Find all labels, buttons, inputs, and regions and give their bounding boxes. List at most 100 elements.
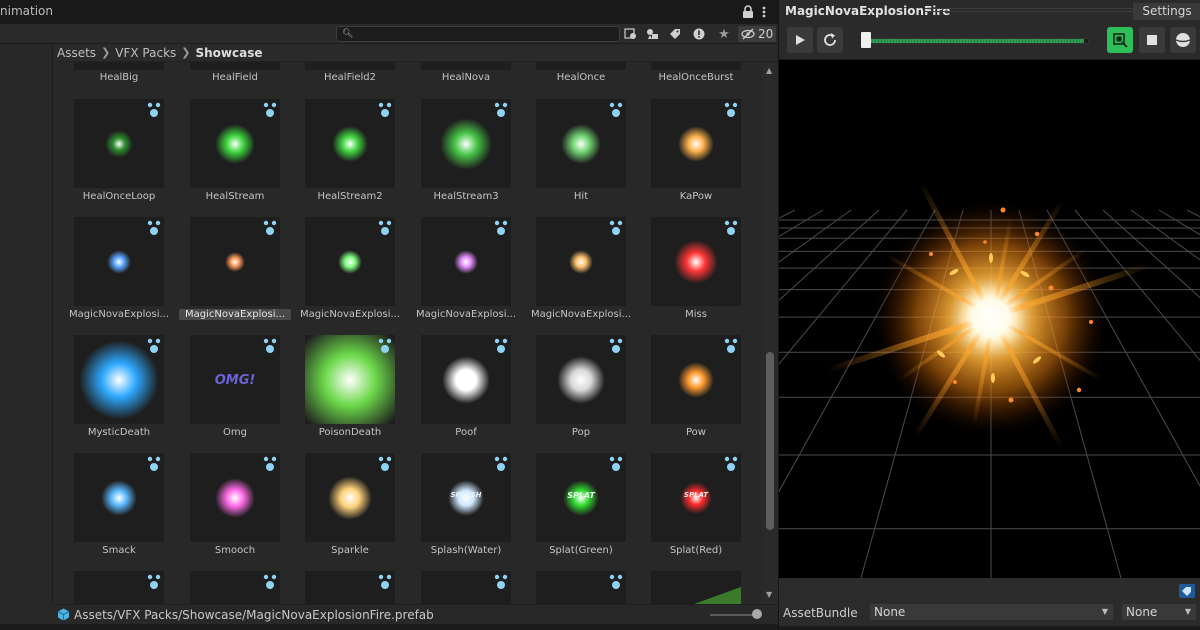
asset-bundle-name-dropdown[interactable]: None ▼	[869, 603, 1114, 621]
asset-thumbnail[interactable]	[536, 335, 626, 424]
asset-thumbnail[interactable]	[305, 62, 395, 70]
asset-thumbnail[interactable]	[305, 217, 395, 306]
restart-button[interactable]	[817, 27, 843, 53]
asset-label[interactable]: HealStream	[179, 191, 291, 202]
asset-thumbnail[interactable]	[536, 217, 626, 306]
frame-bounds-button[interactable]	[1107, 27, 1133, 53]
preview-drag-handle[interactable]	[925, 8, 1133, 14]
asset-thumbnail[interactable]: OMG!	[190, 335, 280, 424]
asset-label[interactable]: Miss	[640, 309, 752, 320]
asset-label[interactable]: MagicNovaExplosi...	[179, 309, 291, 320]
asset-thumbnail[interactable]	[421, 217, 511, 306]
scroll-thumb[interactable]	[766, 352, 774, 530]
asset-thumbnail[interactable]	[421, 571, 511, 604]
asset-thumbnail[interactable]	[74, 335, 164, 424]
breadcrumb-vfx-packs[interactable]: VFX Packs	[115, 46, 176, 60]
log-info-button[interactable]	[689, 26, 709, 42]
lock-icon[interactable]	[742, 5, 754, 19]
asset-label[interactable]: HealStream3	[410, 191, 522, 202]
asset-label[interactable]: MagicNovaExplosi...	[410, 309, 522, 320]
stop-button[interactable]	[1139, 27, 1165, 53]
asset-label[interactable]: MagicNovaExplosi...	[525, 309, 637, 320]
hidden-packages-toggle[interactable]: 20	[738, 26, 776, 42]
asset-thumbnail[interactable]	[190, 453, 280, 542]
scroll-down-arrow[interactable]: ▼	[766, 590, 772, 599]
asset-thumbnail[interactable]	[305, 571, 395, 604]
asset-thumbnail[interactable]	[190, 217, 280, 306]
asset-label[interactable]: HealOnce	[525, 72, 637, 83]
asset-label[interactable]: Pow	[640, 427, 752, 438]
asset-thumbnail[interactable]: SPLAT	[651, 453, 741, 542]
more-icon[interactable]	[760, 5, 768, 19]
favorites-button[interactable]: ★	[714, 26, 734, 42]
asset-grid-scrollbar[interactable]: ▲ ▼	[762, 62, 778, 604]
search-input[interactable]	[355, 27, 615, 41]
asset-thumbnail[interactable]	[190, 62, 280, 70]
asset-thumbnail[interactable]	[421, 62, 511, 70]
asset-thumbnail[interactable]	[536, 571, 626, 604]
asset-label[interactable]: MysticDeath	[63, 427, 175, 438]
asset-label[interactable]: Hit	[525, 191, 637, 202]
asset-thumbnail[interactable]	[536, 99, 626, 188]
asset-thumbnail[interactable]	[421, 99, 511, 188]
animation-tab[interactable]: nimation	[0, 4, 53, 18]
asset-label[interactable]: KaPow	[640, 191, 752, 202]
vfx-preview-viewport[interactable]	[779, 60, 1200, 578]
tag-icon[interactable]	[1179, 584, 1195, 598]
asset-label[interactable]: HealNova	[410, 72, 522, 83]
asset-thumbnail[interactable]	[74, 571, 164, 604]
asset-label[interactable]: HealOnceLoop	[63, 191, 175, 202]
asset-label[interactable]: HealField2	[294, 72, 406, 83]
asset-thumbnail[interactable]	[74, 217, 164, 306]
asset-thumbnail[interactable]	[536, 62, 626, 70]
asset-bundle-variant-dropdown[interactable]: None ▼	[1121, 603, 1197, 621]
search-box[interactable]: 🔍︎	[336, 26, 620, 42]
filter-by-label-button[interactable]	[665, 26, 685, 42]
asset-label[interactable]: Splat(Green)	[525, 545, 637, 556]
asset-label[interactable]: Omg	[179, 427, 291, 438]
preview-shape-button[interactable]	[1170, 27, 1196, 53]
asset-thumbnail[interactable]: SPLASH	[421, 453, 511, 542]
asset-label[interactable]: Smooch	[179, 545, 291, 556]
asset-thumbnail[interactable]	[305, 335, 395, 424]
scroll-up-arrow[interactable]: ▲	[766, 66, 772, 75]
settings-button[interactable]: Settings	[1133, 3, 1200, 20]
asset-thumbnail[interactable]	[421, 335, 511, 424]
filter-by-type-button[interactable]	[642, 26, 662, 42]
asset-thumbnail[interactable]	[190, 571, 280, 604]
asset-label[interactable]: Splash(Water)	[410, 545, 522, 556]
asset-thumbnail[interactable]	[305, 453, 395, 542]
folder-tree-panel[interactable]	[0, 44, 53, 604]
asset-label[interactable]: PoisonDeath	[294, 427, 406, 438]
asset-thumbnail[interactable]	[305, 99, 395, 188]
timeline-scrubber[interactable]	[861, 32, 871, 48]
asset-label[interactable]: Pop	[525, 427, 637, 438]
asset-label[interactable]: HealOnceBurst	[640, 72, 752, 83]
asset-thumbnail[interactable]	[651, 335, 741, 424]
asset-thumbnail[interactable]	[651, 99, 741, 188]
asset-label[interactable]: MagicNovaExplosi...	[294, 309, 406, 320]
timeline-track[interactable]	[863, 38, 1089, 44]
asset-label[interactable]: HealStream2	[294, 191, 406, 202]
asset-label[interactable]: Splat(Red)	[640, 545, 752, 556]
asset-thumbnail[interactable]	[74, 62, 164, 70]
asset-label[interactable]: HealBig	[63, 72, 175, 83]
asset-label[interactable]: Poof	[410, 427, 522, 438]
asset-thumbnail[interactable]	[651, 62, 741, 70]
icon-size-slider-track[interactable]	[710, 614, 756, 616]
scene-visibility-button[interactable]	[620, 26, 640, 42]
asset-thumbnail[interactable]	[190, 99, 280, 188]
icon-size-slider-thumb[interactable]	[752, 609, 762, 619]
breadcrumb-showcase[interactable]: Showcase	[196, 46, 263, 60]
asset-thumbnail[interactable]	[651, 217, 741, 306]
asset-label[interactable]: HealField	[179, 72, 291, 83]
asset-thumbnail[interactable]	[74, 99, 164, 188]
asset-label[interactable]: Sparkle	[294, 545, 406, 556]
asset-thumbnail[interactable]	[74, 453, 164, 542]
asset-label[interactable]: MagicNovaExplosi...	[63, 309, 175, 320]
asset-label[interactable]: Smack	[63, 545, 175, 556]
asset-thumbnail[interactable]	[651, 571, 741, 604]
play-button[interactable]	[787, 27, 813, 53]
breadcrumb-assets[interactable]: Assets	[57, 46, 96, 60]
asset-thumbnail[interactable]: SPLAT	[536, 453, 626, 542]
